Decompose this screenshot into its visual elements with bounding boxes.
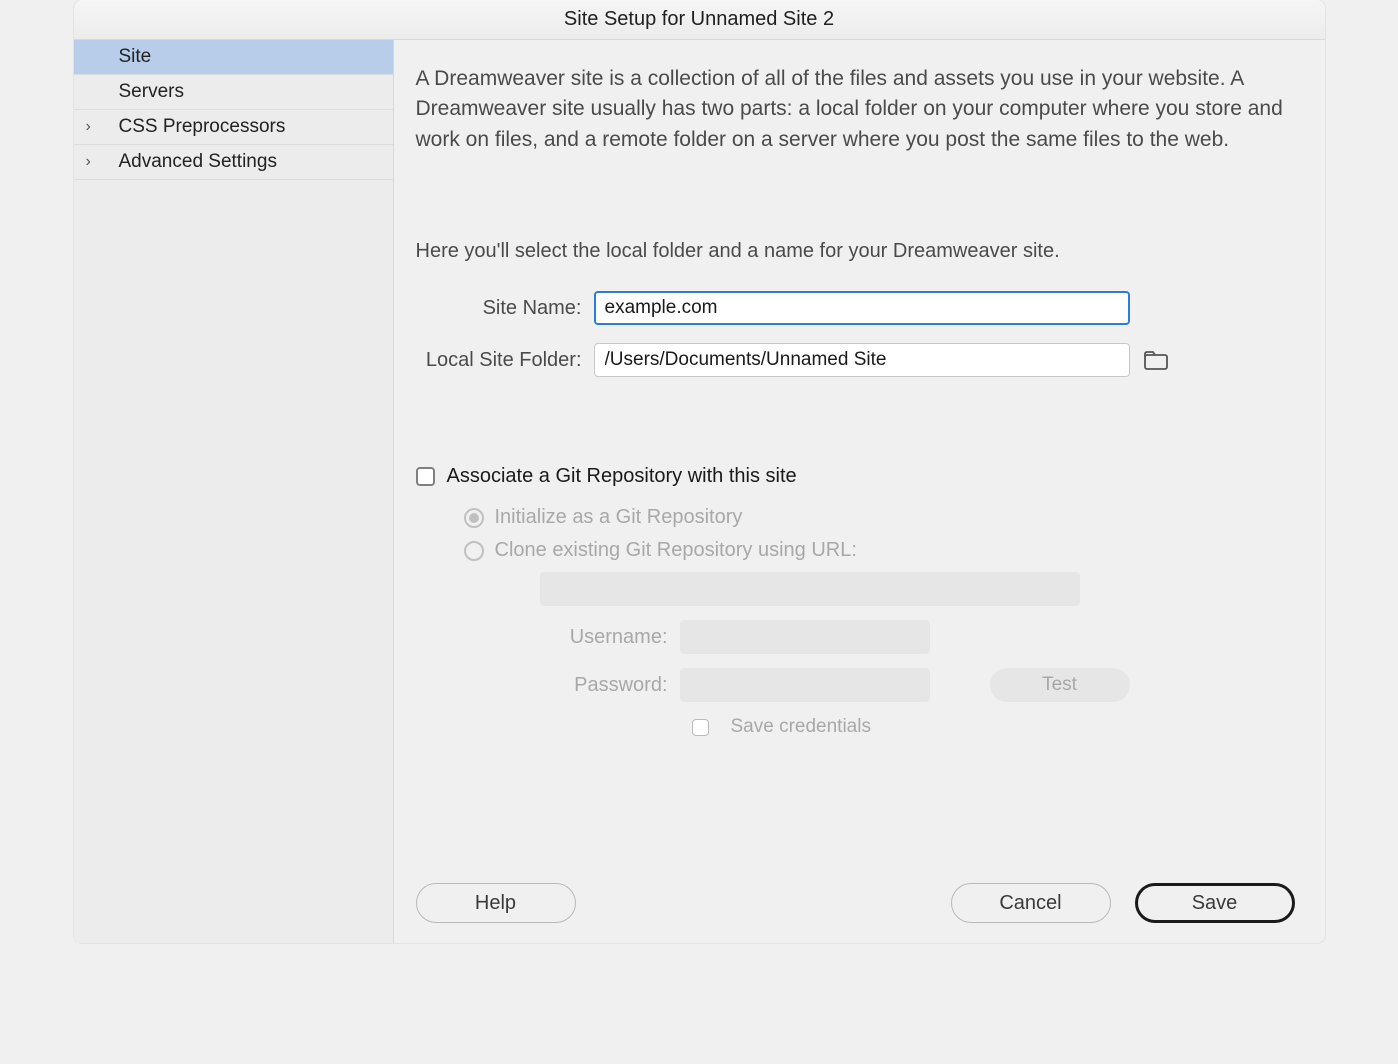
window-title: Site Setup for Unnamed Site 2	[564, 8, 834, 31]
git-clone-label: Clone existing Git Repository using URL:	[495, 539, 857, 562]
sidebar-item-servers[interactable]: Servers	[74, 75, 393, 110]
help-button[interactable]: Help	[416, 883, 576, 923]
git-save-creds-row: Save credentials	[692, 716, 1295, 738]
git-radio-group: Initialize as a Git Repository Clone exi…	[464, 506, 1295, 738]
local-folder-label: Local Site Folder:	[416, 349, 594, 372]
sidebar-item-css-preprocessors[interactable]: › CSS Preprocessors	[74, 110, 393, 145]
git-save-creds-checkbox[interactable]	[692, 719, 709, 736]
site-name-row: Site Name:	[416, 291, 1295, 325]
git-test-button[interactable]: Test	[990, 668, 1130, 702]
chevron-right-icon: ›	[86, 153, 91, 171]
git-clone-radio[interactable]	[464, 541, 484, 561]
site-name-input[interactable]	[594, 291, 1130, 325]
local-folder-row: Local Site Folder:	[416, 343, 1295, 377]
git-associate-row: Associate a Git Repository with this sit…	[416, 465, 1295, 488]
sidebar-item-label: Advanced Settings	[119, 151, 277, 173]
git-init-row: Initialize as a Git Repository	[464, 506, 1295, 529]
git-save-creds-label: Save credentials	[731, 716, 871, 738]
git-username-row: Username:	[464, 620, 1295, 654]
site-name-label: Site Name:	[416, 297, 594, 320]
git-username-label: Username:	[464, 626, 680, 649]
git-password-label: Password:	[464, 674, 680, 697]
git-associate-label: Associate a Git Repository with this sit…	[447, 465, 797, 488]
git-password-row: Password: Test	[464, 668, 1295, 702]
site-setup-window: Site Setup for Unnamed Site 2 Site Serve…	[74, 0, 1325, 943]
folder-icon	[1144, 350, 1168, 370]
sidebar-item-label: CSS Preprocessors	[119, 116, 286, 138]
chevron-right-icon: ›	[86, 118, 91, 136]
browse-folder-button[interactable]	[1142, 348, 1170, 372]
sidebar-item-advanced-settings[interactable]: › Advanced Settings	[74, 145, 393, 180]
git-clone-row: Clone existing Git Repository using URL:	[464, 539, 1295, 562]
site-subdescription: Here you'll select the local folder and …	[416, 240, 1295, 263]
window-titlebar: Site Setup for Unnamed Site 2	[74, 0, 1325, 40]
sidebar: Site Servers › CSS Preprocessors › Advan…	[74, 40, 394, 943]
local-folder-input[interactable]	[594, 343, 1130, 377]
window-content: Site Servers › CSS Preprocessors › Advan…	[74, 40, 1325, 943]
sidebar-item-site[interactable]: Site	[74, 40, 393, 75]
git-associate-checkbox[interactable]	[416, 467, 435, 486]
site-description: A Dreamweaver site is a collection of al…	[416, 64, 1295, 155]
dialog-footer: Help Cancel Save	[416, 863, 1295, 923]
sidebar-item-label: Servers	[119, 81, 184, 103]
git-username-input[interactable]	[680, 620, 930, 654]
cancel-button[interactable]: Cancel	[951, 883, 1111, 923]
git-init-radio[interactable]	[464, 508, 484, 528]
save-button[interactable]: Save	[1135, 883, 1295, 923]
git-init-label: Initialize as a Git Repository	[495, 506, 743, 529]
git-url-input[interactable]	[540, 572, 1080, 606]
git-section: Associate a Git Repository with this sit…	[416, 465, 1295, 738]
sidebar-item-label: Site	[119, 46, 152, 68]
git-password-input[interactable]	[680, 668, 930, 702]
main-panel: A Dreamweaver site is a collection of al…	[394, 40, 1325, 943]
